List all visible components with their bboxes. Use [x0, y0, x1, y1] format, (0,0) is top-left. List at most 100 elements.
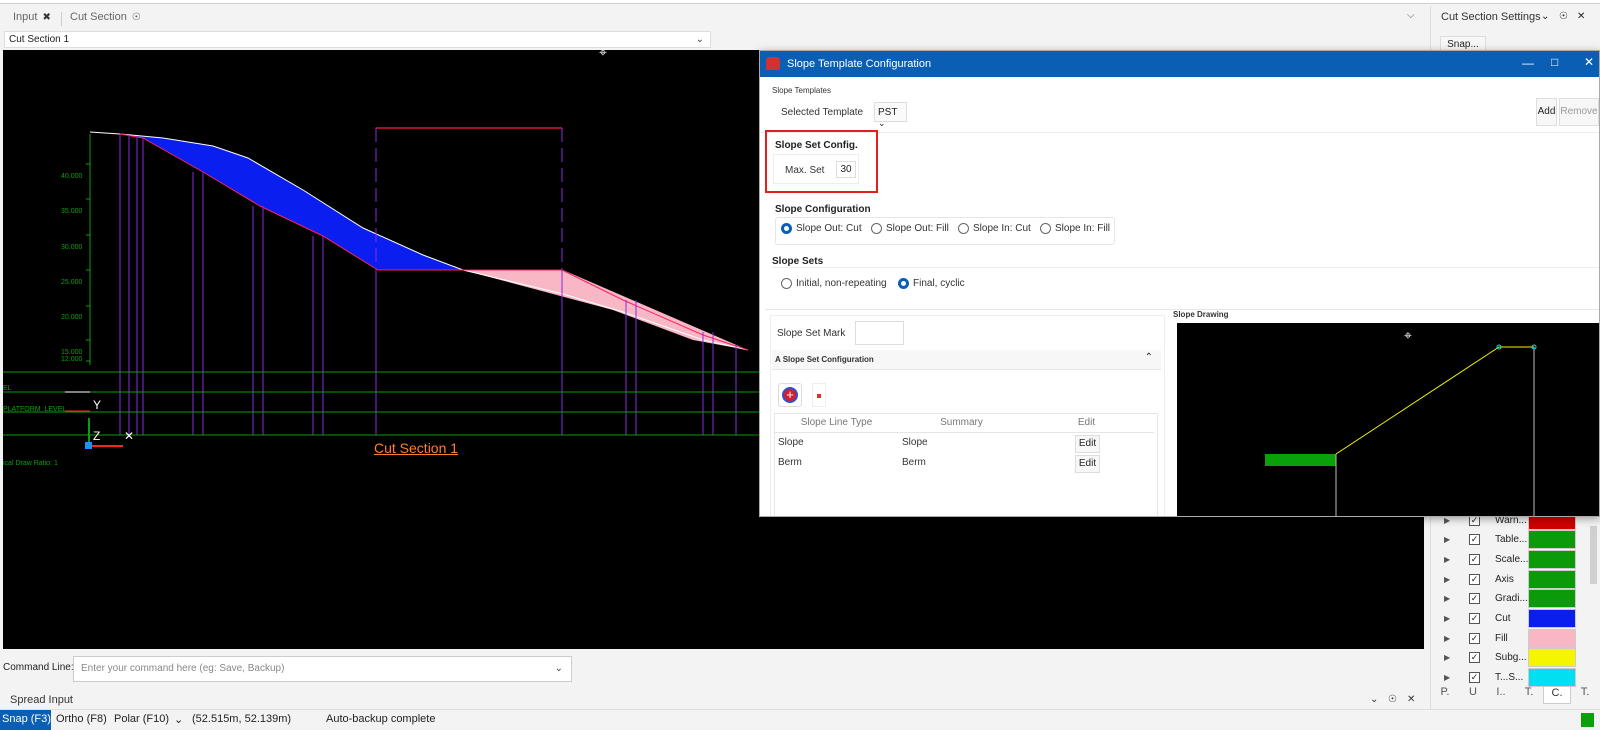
radio-slope-in-fill[interactable]: Slope In: Fill — [1040, 223, 1110, 234]
expand-arrow-icon[interactable]: ▶ — [1444, 614, 1450, 623]
fill-area-2 — [463, 270, 748, 350]
chevron-down-icon[interactable]: ⌵ — [1407, 10, 1415, 21]
scrollbar[interactable] — [1590, 526, 1597, 584]
layer-row[interactable]: ▶ ✓ Subg... — [1431, 648, 1600, 668]
minimize-icon[interactable]: — — [1522, 56, 1534, 70]
add-slope-line-button[interactable]: + — [778, 383, 802, 407]
ortho-toggle[interactable]: Ortho (F8) — [56, 713, 107, 725]
radio-slope-out-fill[interactable]: Slope Out: Fill — [871, 223, 949, 234]
set-mark-label: Slope Set Mark — [777, 328, 846, 339]
layer-checkbox[interactable]: ✓ — [1469, 632, 1480, 644]
coordinate-readout: (52.515m, 52.139m) — [192, 713, 292, 725]
pin-icon[interactable]: ✖ — [42, 12, 50, 23]
chevron-down-icon[interactable]: ⌄ — [1541, 11, 1549, 22]
chevron-down-icon[interactable]: ⌄ — [1370, 694, 1378, 705]
radio-label: Slope Out: Fill — [886, 223, 949, 234]
slope-drawing-canvas[interactable]: ⌖ — [1177, 323, 1599, 516]
layer-color-swatch[interactable] — [1528, 668, 1576, 688]
chevron-down-icon[interactable]: ⌄ — [174, 713, 183, 726]
radio-initial-non-repeating[interactable]: Initial, non-repeating — [781, 278, 887, 289]
template-select[interactable]: PST ⌄ — [874, 102, 907, 128]
layer-color-swatch[interactable] — [1528, 569, 1576, 589]
expander-title: A Slope Set Configuration — [775, 355, 874, 364]
expand-arrow-icon[interactable]: ▶ — [1444, 653, 1450, 662]
tab-t2[interactable]: T. — [1571, 686, 1599, 704]
chevron-down-icon[interactable]: ⌄ — [555, 657, 563, 681]
layer-color-swatch[interactable] — [1528, 530, 1576, 550]
y-label: 30.000 — [61, 243, 83, 251]
slope-template-dialog: Slope Template Configuration — □ ✕ Slope… — [759, 50, 1600, 517]
tab-t[interactable]: T. — [1515, 686, 1543, 704]
snap-toggle[interactable]: Snap (F3) — [0, 710, 51, 730]
layer-checkbox[interactable]: ✓ — [1469, 652, 1480, 664]
layer-row[interactable]: ▶ ✓ T...S... — [1431, 668, 1600, 688]
remove-template-button[interactable]: Remove — [1559, 98, 1599, 126]
layer-color-swatch[interactable] — [1528, 609, 1576, 628]
panel-title: Cut Section Settings — [1441, 11, 1541, 23]
layer-checkbox[interactable]: ✓ — [1469, 593, 1480, 605]
edit-row-button[interactable]: Edit — [1075, 455, 1100, 473]
slope-sets-title: Slope Sets — [772, 256, 824, 267]
pin-icon[interactable]: ☉ — [132, 12, 141, 23]
layer-color-swatch[interactable] — [1528, 589, 1576, 609]
layer-color-swatch[interactable] — [1528, 648, 1576, 668]
tab-c[interactable]: C. — [1543, 686, 1571, 704]
spread-input-label: Spread Input — [10, 694, 73, 706]
layer-checkbox[interactable]: ✓ — [1469, 573, 1480, 585]
close-icon[interactable]: ✕ — [1584, 55, 1594, 69]
tab-u[interactable]: U — [1459, 686, 1487, 704]
radio-slope-in-cut[interactable]: Slope In: Cut — [958, 223, 1031, 234]
tab-cut-section[interactable]: Cut Section ☉ — [70, 11, 141, 23]
pin-icon[interactable]: ☉ — [1559, 11, 1568, 22]
expand-arrow-icon[interactable]: ▶ — [1444, 575, 1450, 584]
selected-template-label: Selected Template — [781, 107, 864, 118]
layer-row[interactable]: ▶ ✓ Axis — [1431, 569, 1600, 589]
radio-slope-out-cut[interactable]: Slope Out: Cut — [781, 223, 862, 234]
close-icon[interactable]: ✕ — [1407, 694, 1415, 705]
layer-row[interactable]: ▶ ✓ Table... — [1431, 530, 1600, 550]
expand-arrow-icon[interactable]: ▶ — [1444, 673, 1450, 682]
max-set-input[interactable]: 30 — [836, 161, 856, 178]
layer-checkbox[interactable]: ✓ — [1469, 672, 1480, 684]
layer-checkbox[interactable]: ✓ — [1469, 613, 1480, 624]
layer-color-swatch[interactable] — [1528, 628, 1576, 648]
expand-arrow-icon[interactable]: ▶ — [1444, 594, 1450, 603]
add-icon: + — [782, 387, 798, 403]
y-label: 35.000 — [61, 208, 83, 216]
section-select[interactable]: Cut Section 1 ⌄ — [4, 31, 711, 48]
layer-row[interactable]: ▶ ✓ Cut — [1431, 609, 1600, 629]
tab-i[interactable]: I.. — [1487, 686, 1515, 704]
y-label: 12.000 — [61, 356, 83, 363]
radio-final-cyclic[interactable]: Final, cyclic — [898, 278, 965, 289]
layer-row[interactable]: ▶ ✓ Gradi... — [1431, 589, 1600, 609]
expand-arrow-icon[interactable]: ▶ — [1444, 555, 1450, 564]
tab-p[interactable]: P. — [1431, 686, 1459, 704]
command-label: Command Line: — [3, 662, 74, 673]
pin-icon[interactable]: ☉ — [1388, 694, 1397, 705]
chevron-up-icon[interactable]: ⌃ — [1145, 352, 1153, 363]
delete-slope-line-button[interactable] — [812, 383, 826, 407]
layer-checkbox[interactable]: ✓ — [1469, 534, 1480, 546]
expand-arrow-icon[interactable]: ▶ — [1444, 634, 1450, 643]
layer-label: T...S... — [1495, 672, 1524, 684]
layer-row[interactable]: ▶ ✓ Scale... — [1431, 549, 1600, 569]
polar-toggle[interactable]: Polar (F10) — [114, 713, 169, 725]
maximize-icon[interactable]: □ — [1551, 55, 1558, 69]
close-icon: ✕ — [124, 429, 135, 443]
set-mark-input[interactable] — [855, 321, 904, 345]
radio-icon — [871, 223, 882, 234]
layer-color-swatch[interactable] — [1528, 549, 1576, 569]
slope-set-expander[interactable]: A Slope Set Configuration ⌃ — [772, 350, 1161, 370]
layer-checkbox[interactable]: ✓ — [1469, 553, 1480, 565]
add-template-button[interactable]: Add — [1536, 98, 1557, 126]
expand-arrow-icon[interactable]: ▶ — [1444, 535, 1450, 544]
layer-row[interactable]: ▶ ✓ Fill — [1431, 628, 1600, 648]
panel-bottom-tabs: P. U I.. T. C. T. — [1431, 686, 1600, 704]
y-label: 40.000 — [61, 173, 83, 180]
close-icon[interactable]: ✕ — [1577, 11, 1585, 22]
edit-row-button[interactable]: Edit — [1075, 435, 1100, 453]
app-logo-icon — [766, 57, 780, 70]
command-input[interactable]: Enter your command here (eg: Save, Backu… — [73, 656, 572, 682]
row-label: EL — [3, 385, 12, 392]
tab-input[interactable]: Input ✖ — [13, 11, 51, 23]
